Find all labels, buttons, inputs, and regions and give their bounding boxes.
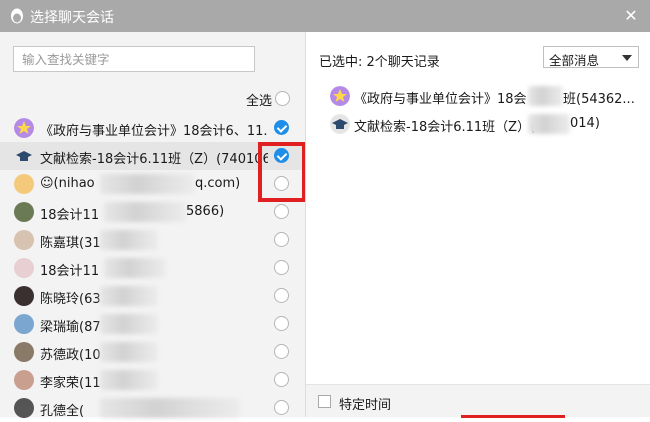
graduation-cap-icon	[14, 146, 34, 166]
message-filter-dropdown[interactable]: 全部消息	[543, 46, 639, 68]
contact-checkbox[interactable]	[274, 344, 289, 359]
contact-checkbox[interactable]	[274, 260, 289, 275]
selected-count: 已选中: 2个聊天记录	[319, 55, 440, 70]
contact-checkbox[interactable]	[274, 288, 289, 303]
contact-name: 孔德全(	[40, 404, 85, 419]
select-all-label[interactable]: 全选	[246, 90, 272, 109]
contact-name: ☺(nihao	[40, 176, 95, 191]
contact-name: 18会计11	[40, 208, 100, 223]
list-item[interactable]: 苏德政(10	[0, 338, 305, 366]
selected-item-name-tail: 班(54362...	[563, 92, 635, 107]
contact-name: 李家荣(11	[40, 376, 101, 391]
blurred-region	[104, 202, 186, 222]
chevron-down-icon	[622, 55, 632, 61]
blurred-region	[100, 342, 158, 362]
photo-avatar	[14, 314, 34, 334]
contact-list-panel: 全选 《政府与事业单位会计》18会计6、11... 文献检索-18会计6.11班…	[0, 32, 306, 419]
highlight-box	[258, 142, 306, 202]
selected-item-name-tail: 014)	[570, 116, 600, 131]
contact-name: 18会计11	[40, 264, 100, 279]
contact-name: 梁瑞瑜(87	[40, 320, 101, 335]
photo-avatar	[14, 286, 34, 306]
photo-avatar	[14, 230, 34, 250]
star-group-icon	[330, 86, 350, 106]
graduation-cap-icon	[330, 114, 350, 134]
select-all-radio[interactable]	[275, 91, 290, 106]
photo-avatar	[14, 398, 34, 418]
star-group-icon	[14, 118, 34, 138]
selected-item[interactable]: 文献检索-18会计6.11班（Z）( 014)	[306, 110, 650, 138]
contact-checkbox[interactable]	[274, 232, 289, 247]
list-item[interactable]: 《政府与事业单位会计》18会计6、11...	[0, 114, 305, 142]
cartoon-avatar	[14, 174, 34, 194]
contact-name: 苏德政(10	[40, 348, 101, 363]
penguin-icon	[11, 8, 23, 24]
specific-time-checkbox[interactable]	[318, 395, 331, 408]
contact-checkbox[interactable]	[274, 120, 289, 135]
list-item[interactable]: 孔德全(	[0, 394, 305, 422]
blurred-region	[528, 114, 570, 134]
list-item[interactable]: 18会计11	[0, 254, 305, 282]
list-item[interactable]: 梁瑞瑜(87	[0, 310, 305, 338]
photo-avatar	[14, 258, 34, 278]
close-icon[interactable]: ✕	[620, 5, 642, 27]
blurred-region	[100, 370, 158, 390]
blurred-region	[528, 86, 563, 106]
contact-name: 陈晓玲(63	[40, 292, 101, 307]
selected-item[interactable]: 《政府与事业单位会计》18会 班(54362...	[306, 82, 650, 110]
contact-name-tail: 5866)	[186, 204, 225, 219]
list-item[interactable]: 李家荣(11	[0, 366, 305, 394]
footer-bar: 特定时间	[306, 384, 650, 418]
selected-item-name: 《政府与事业单位会计》18会	[354, 92, 527, 107]
blurred-region	[100, 286, 158, 306]
contact-name: 陈嘉琪(31	[40, 236, 101, 251]
photo-avatar	[14, 342, 34, 362]
selected-panel: 已选中: 2个聊天记录 全部消息 《政府与事业单位会计》18会 班(54362.…	[305, 32, 650, 418]
list-item[interactable]: 陈晓玲(63	[0, 282, 305, 310]
contact-name: 文献检索-18会计6.11班（Z）(740106...	[40, 152, 268, 167]
list-item[interactable]: 18会计11 5866)	[0, 198, 305, 226]
selected-item-name: 文献检索-18会计6.11班（Z）(	[354, 120, 536, 135]
window-title: 选择聊天会话	[30, 10, 114, 26]
blurred-region	[100, 230, 158, 250]
title-bar: 选择聊天会话 ✕	[0, 0, 650, 32]
contact-name-tail: q.com)	[195, 176, 241, 191]
filter-value: 全部消息	[549, 53, 600, 68]
contact-checkbox[interactable]	[274, 204, 289, 219]
blurred-region	[100, 314, 158, 334]
photo-avatar	[14, 202, 34, 222]
photo-avatar	[14, 370, 34, 390]
contact-checkbox[interactable]	[274, 316, 289, 331]
contact-checkbox[interactable]	[274, 400, 289, 415]
search-input[interactable]	[13, 46, 255, 72]
contact-checkbox[interactable]	[274, 372, 289, 387]
blurred-region	[104, 258, 166, 278]
specific-time-label: 特定时间	[339, 398, 392, 413]
contact-name: 《政府与事业单位会计》18会计6、11...	[40, 124, 268, 139]
list-item[interactable]: 陈嘉琪(31	[0, 226, 305, 254]
blurred-region	[100, 398, 240, 418]
blurred-region	[100, 174, 195, 194]
